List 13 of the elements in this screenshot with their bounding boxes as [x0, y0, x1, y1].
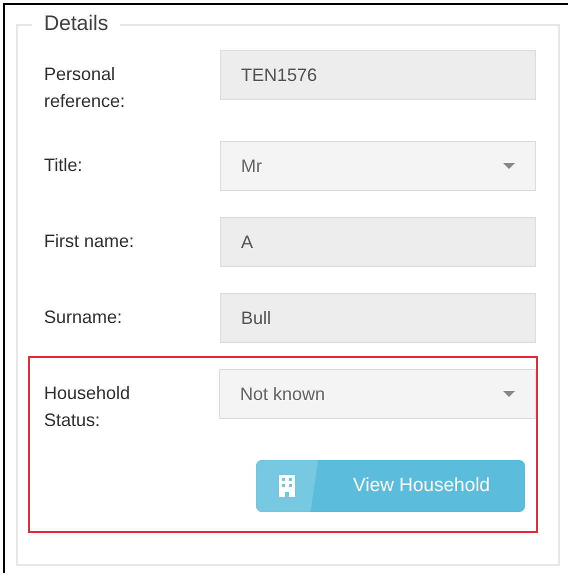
caret-icon: [503, 391, 515, 397]
input-field[interactable]: Bull: [220, 293, 536, 343]
field-label: First name:: [43, 230, 136, 253]
dropdown[interactable]: Not known: [219, 369, 536, 419]
dropdown[interactable]: Mr: [220, 141, 536, 191]
field-label: Household Status:: [43, 382, 132, 432]
field-label: Surname:: [43, 306, 124, 329]
field-label: Personal reference:: [43, 63, 126, 113]
input-field[interactable]: A: [220, 217, 536, 267]
caret-icon: [503, 163, 515, 169]
field-label: Title:: [43, 154, 84, 177]
building-icon: [278, 474, 296, 498]
input-field[interactable]: TEN1576: [220, 50, 536, 100]
